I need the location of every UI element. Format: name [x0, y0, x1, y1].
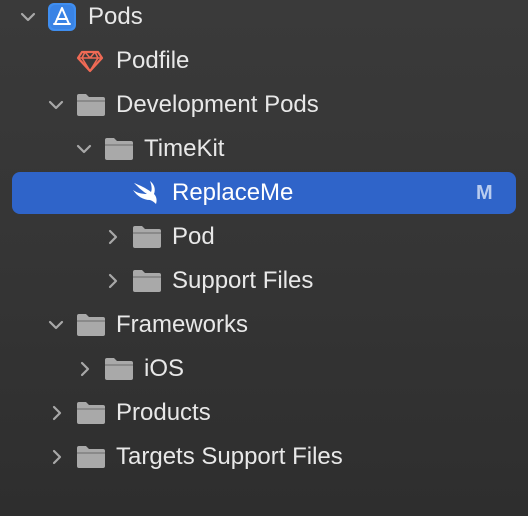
chevron-down-icon[interactable] [18, 0, 38, 39]
chevron-right-icon[interactable] [103, 259, 123, 303]
tree-row-support-files[interactable]: Support Files [0, 259, 528, 303]
tree-row-label: ReplaceMe [172, 179, 294, 206]
tree-row-podfile[interactable]: Podfile [0, 39, 528, 83]
tree-row-targets-support-files[interactable]: Targets Support Files [0, 435, 528, 479]
chevron-right-icon[interactable] [103, 215, 123, 259]
tree-row-timekit[interactable]: TimeKit [0, 127, 528, 171]
chevron-right-icon[interactable] [47, 435, 67, 479]
project-navigator: Pods Podfile Development Pods TimeKit Re… [0, 0, 528, 516]
folder-icon [103, 127, 135, 171]
chevron-right-icon[interactable] [47, 391, 67, 435]
tree-row-frameworks[interactable]: Frameworks [0, 303, 528, 347]
tree-row-label: TimeKit [144, 135, 225, 162]
folder-icon [103, 347, 135, 391]
tree-row-label: Products [116, 399, 211, 426]
tree-row-pod[interactable]: Pod [0, 215, 528, 259]
tree-row-ios[interactable]: iOS [0, 347, 528, 391]
tree-row-label: iOS [144, 355, 185, 382]
tree-row-label: Podfile [116, 47, 190, 74]
folder-icon [75, 303, 107, 347]
tree-row-label: Targets Support Files [116, 443, 343, 470]
folder-icon [75, 391, 107, 435]
folder-icon [75, 435, 107, 479]
folder-icon [131, 215, 163, 259]
swift-icon [130, 171, 162, 215]
chevron-down-icon[interactable] [74, 127, 94, 171]
tree-row-label: Frameworks [116, 311, 249, 338]
ruby-gem-icon [76, 39, 104, 83]
tree-row-replaceme[interactable]: ReplaceMe M [0, 171, 528, 215]
chevron-down-icon[interactable] [46, 303, 66, 347]
folder-icon [131, 259, 163, 303]
tree-row-label: Development Pods [116, 91, 319, 118]
chevron-right-icon[interactable] [75, 347, 95, 391]
tree-row-label: Pods [88, 3, 143, 30]
folder-icon [75, 83, 107, 127]
git-modified-badge: M [476, 182, 493, 204]
xcode-project-icon [47, 0, 77, 39]
tree-row-label: Support Files [172, 267, 314, 294]
tree-row-development-pods[interactable]: Development Pods [0, 83, 528, 127]
tree-row-pods[interactable]: Pods [0, 0, 528, 39]
chevron-down-icon[interactable] [46, 83, 66, 127]
tree-row-label: Pod [172, 223, 215, 250]
tree-row-products[interactable]: Products [0, 391, 528, 435]
